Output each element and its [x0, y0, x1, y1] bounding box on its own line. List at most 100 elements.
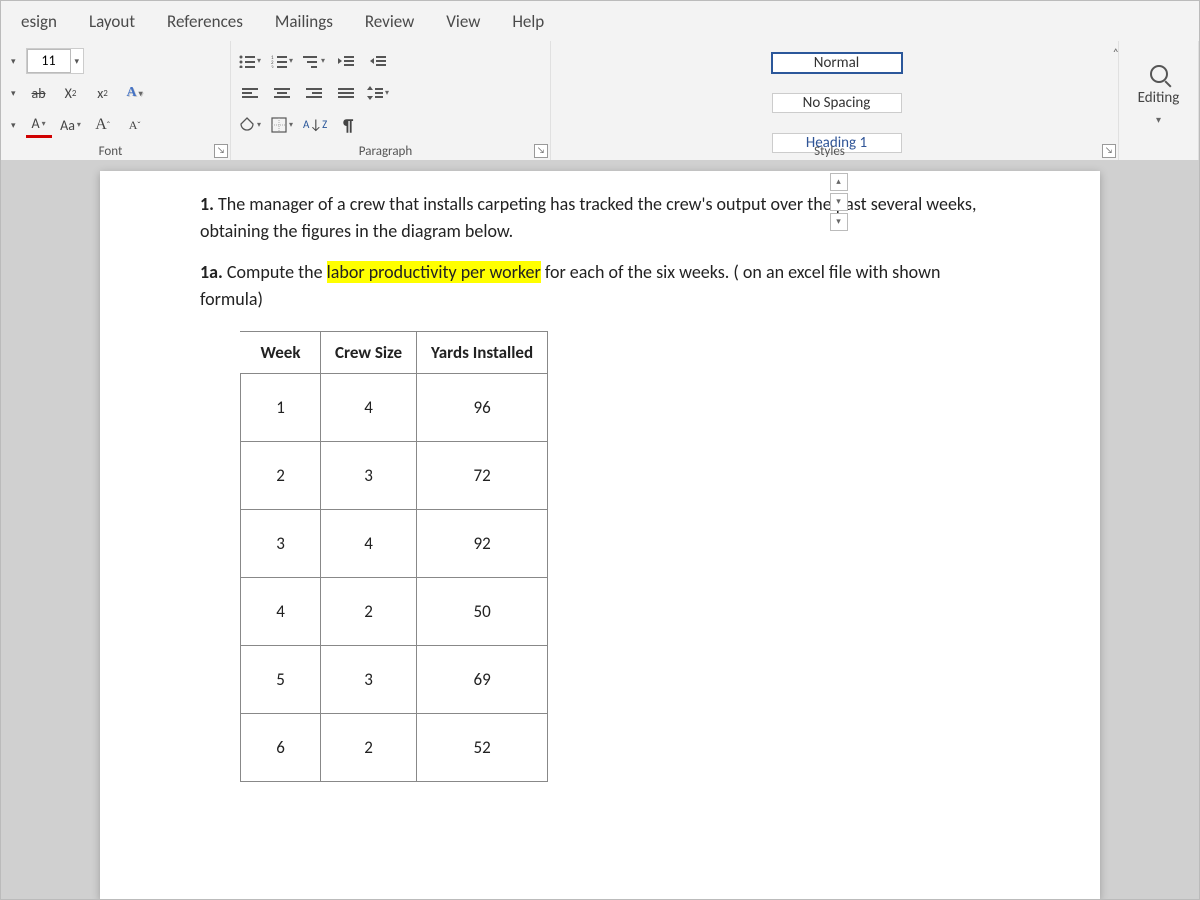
line-spacing-icon [367, 86, 383, 100]
cell-crew[interactable]: 3 [321, 442, 417, 510]
styles-dialog-launcher[interactable]: ↘ [1102, 144, 1116, 158]
tab-mailings[interactable]: Mailings [259, 3, 349, 40]
paragraph-dialog-launcher[interactable]: ↘ [534, 144, 548, 158]
grow-font-button[interactable]: Aˆ [90, 112, 116, 138]
align-center-button[interactable] [269, 80, 295, 106]
font-name-dropdown-arrow[interactable]: ▾ [7, 56, 20, 67]
svg-text:3: 3 [271, 65, 274, 68]
editing-label[interactable]: Editing [1138, 89, 1180, 107]
font-size-value[interactable]: 11 [27, 49, 71, 73]
multilevel-list-button[interactable] [301, 48, 327, 74]
show-hide-button[interactable]: ¶ [335, 112, 361, 138]
table-row[interactable]: 5 3 69 [241, 646, 548, 714]
numbering-button[interactable]: 123 [269, 48, 295, 74]
crew-output-table[interactable]: Week Crew Size Yards Installed 1 4 96 2 … [240, 331, 548, 782]
paragraph-1a[interactable]: 1a. Compute the labor productivity per w… [200, 259, 1000, 313]
subscript-button[interactable]: X2 [58, 80, 84, 106]
th-week: Week [241, 332, 321, 374]
editing-group: Editing ▾ [1119, 41, 1199, 160]
cell-yards[interactable]: 52 [417, 714, 548, 782]
paragraph-1[interactable]: 1. The manager of a crew that installs c… [200, 191, 1000, 245]
style-no-spacing[interactable]: No Spacing [772, 93, 902, 113]
sort-button[interactable]: A↓Z [301, 112, 329, 138]
cell-yards[interactable]: 50 [417, 578, 548, 646]
cell-yards[interactable]: 92 [417, 510, 548, 578]
tab-design[interactable]: esign [5, 3, 73, 40]
cell-yards[interactable]: 69 [417, 646, 548, 714]
cell-week[interactable]: 5 [241, 646, 321, 714]
editing-dropdown-arrow[interactable]: ▾ [1156, 113, 1161, 126]
find-button[interactable] [1150, 65, 1168, 83]
font-size-dropdown-arrow[interactable]: ▾ [71, 56, 84, 67]
styles-scroll-up[interactable]: ▴ [830, 173, 848, 191]
justify-button[interactable] [333, 80, 359, 106]
cell-week[interactable]: 1 [241, 374, 321, 442]
borders-button[interactable] [269, 112, 295, 138]
decrease-indent-button[interactable] [333, 48, 359, 74]
paragraph-group: 123 [231, 41, 551, 160]
p2-number: 1a. [200, 261, 227, 283]
multilevel-icon [303, 54, 319, 68]
document-page[interactable]: 1. The manager of a crew that installs c… [100, 171, 1100, 899]
shading-button[interactable] [237, 112, 263, 138]
shading-icon [239, 117, 255, 133]
table-row[interactable]: 4 2 50 [241, 578, 548, 646]
cell-week[interactable]: 6 [241, 714, 321, 782]
cell-crew[interactable]: 2 [321, 714, 417, 782]
justify-icon [338, 86, 354, 100]
bullets-button[interactable] [237, 48, 263, 74]
table-row[interactable]: 3 4 92 [241, 510, 548, 578]
p2-highlight: labor productivity per worker [327, 261, 541, 283]
increase-indent-icon [370, 54, 386, 68]
tab-help[interactable]: Help [496, 3, 560, 40]
styles-scroll: ▴ ▾ ▾ [830, 173, 848, 231]
styles-group: Normal No Spacing Heading 1 ▴ ▾ ▾ Styles… [551, 41, 1119, 160]
align-right-icon [306, 86, 322, 100]
collapse-ribbon-button[interactable]: ˄ [1113, 47, 1119, 61]
borders-icon [271, 117, 287, 133]
table-row[interactable]: 1 4 96 [241, 374, 548, 442]
font-color-button[interactable]: A [26, 112, 52, 138]
shrink-font-button[interactable]: Aˇ [122, 112, 148, 138]
table-row[interactable]: 2 3 72 [241, 442, 548, 510]
text-effects-button[interactable]: A [122, 80, 148, 106]
ribbon: ▾ 11 ▾ ▾ ab X2 x2 A ▾ A Aa Aˆ Aˇ Font [1, 41, 1199, 161]
ribbon-tabs: esign Layout References Mailings Review … [1, 1, 1199, 41]
increase-indent-button[interactable] [365, 48, 391, 74]
cell-crew[interactable]: 2 [321, 578, 417, 646]
styles-expand[interactable]: ▾ [830, 213, 848, 231]
align-left-button[interactable] [237, 80, 263, 106]
style-normal[interactable]: Normal [772, 53, 902, 73]
line-spacing-button[interactable] [365, 80, 391, 106]
tab-layout[interactable]: Layout [73, 3, 151, 40]
cell-week[interactable]: 4 [241, 578, 321, 646]
paragraph-group-label: Paragraph [231, 144, 540, 159]
th-crew-size: Crew Size [321, 332, 417, 374]
change-case-button[interactable]: Aa [58, 112, 84, 138]
font-dialog-launcher[interactable]: ↘ [214, 144, 228, 158]
font-size-box[interactable]: 11 ▾ [26, 48, 85, 74]
tab-references[interactable]: References [151, 3, 259, 40]
cell-crew[interactable]: 4 [321, 510, 417, 578]
font-dropdown-left[interactable]: ▾ [7, 88, 20, 99]
table-row[interactable]: 6 2 52 [241, 714, 548, 782]
subscript-label: X [65, 85, 72, 102]
p1-text: The manager of a crew that installs carp… [200, 193, 976, 242]
styles-scroll-down[interactable]: ▾ [830, 193, 848, 211]
styles-group-label: Styles [551, 144, 1108, 159]
align-right-button[interactable] [301, 80, 327, 106]
cell-crew[interactable]: 4 [321, 374, 417, 442]
font-dropdown-left2[interactable]: ▾ [7, 120, 20, 131]
superscript-button[interactable]: x2 [90, 80, 116, 106]
cell-week[interactable]: 2 [241, 442, 321, 510]
tab-view[interactable]: View [430, 3, 496, 40]
document-area[interactable]: 1. The manager of a crew that installs c… [1, 161, 1199, 899]
cell-yards[interactable]: 72 [417, 442, 548, 510]
cell-yards[interactable]: 96 [417, 374, 548, 442]
cell-crew[interactable]: 3 [321, 646, 417, 714]
cell-week[interactable]: 3 [241, 510, 321, 578]
strikethrough-button[interactable]: ab [26, 80, 52, 106]
grow-caret: ˆ [107, 120, 110, 130]
shrink-caret: ˇ [137, 120, 140, 130]
tab-review[interactable]: Review [349, 3, 430, 40]
